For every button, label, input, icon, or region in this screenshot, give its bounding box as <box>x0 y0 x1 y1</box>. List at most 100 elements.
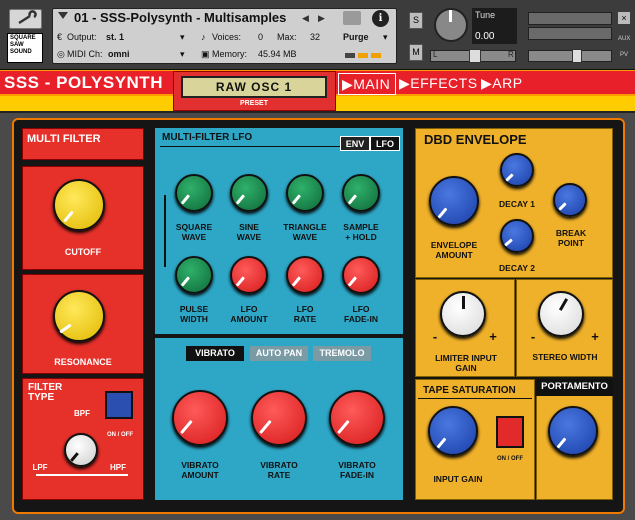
voices-value: 0 <box>258 32 264 42</box>
triangle-wave-knob[interactable] <box>286 174 324 212</box>
level-meter-left <box>528 12 612 25</box>
sine-wave-knob[interactable] <box>230 174 268 212</box>
tape-rule <box>418 398 532 399</box>
purge-led <box>358 53 368 58</box>
lfo-fade-in-label: LFO FADE-IN <box>344 304 378 324</box>
lfo-rate-knob[interactable] <box>286 256 324 294</box>
tab-auto-pan[interactable]: AUTO PAN <box>250 346 308 361</box>
max-voices-field[interactable]: 32 <box>310 32 320 42</box>
vibrato-rate-label: VIBRATO RATE <box>260 460 298 480</box>
brand-logo: SQUARE SAW SOUND <box>7 33 43 63</box>
purge-dropdown-icon[interactable]: ▾ <box>383 32 388 43</box>
decay1-knob[interactable] <box>500 153 534 187</box>
pulse-width-knob[interactable] <box>175 256 213 294</box>
filter-onoff-toggle[interactable] <box>105 391 133 419</box>
pv-label[interactable]: PV <box>620 52 628 58</box>
dbd-envelope-title: DBD ENVELOPE <box>424 132 527 147</box>
camera-icon[interactable] <box>343 11 361 25</box>
tab-arp[interactable]: ▶ARP <box>478 73 528 95</box>
prev-arrow-icon[interactable]: ◀ <box>302 13 309 24</box>
solo-button[interactable]: S <box>409 12 423 29</box>
aux-label[interactable]: AUX <box>618 36 630 42</box>
tape-saturation-title: TAPE SATURATION <box>423 385 516 396</box>
stereo-width-label: STEREO WIDTH <box>532 352 598 362</box>
resonance-knob[interactable] <box>53 290 105 342</box>
lfo-fade-in-knob[interactable] <box>342 256 380 294</box>
tab-vibrato[interactable]: VIBRATO <box>186 346 244 361</box>
tape-input-gain-knob[interactable] <box>428 406 478 456</box>
purge-button[interactable]: Purge <box>343 32 369 42</box>
filter-type-knob[interactable] <box>64 433 98 467</box>
info-icon[interactable]: i <box>372 10 389 27</box>
vibrato-rate-knob[interactable] <box>251 390 307 446</box>
hpf-label: HPF <box>110 463 126 472</box>
cutoff-knob[interactable] <box>53 179 105 231</box>
bpf-label: BPF <box>74 409 90 418</box>
decay2-knob[interactable] <box>500 219 534 253</box>
memory-label: Memory: <box>212 49 248 59</box>
wrench-icon[interactable] <box>9 9 42 29</box>
purge-led <box>345 53 355 58</box>
decay1-label: DECAY 1 <box>499 199 535 209</box>
tab-main[interactable]: ▶MAIN <box>338 73 396 95</box>
vibrato-amount-knob[interactable] <box>172 390 228 446</box>
volume-slider[interactable] <box>528 50 612 62</box>
env-toggle[interactable]: ENV <box>340 136 370 151</box>
stereo-plus: + <box>591 329 599 344</box>
next-arrow-icon[interactable]: ▶ <box>318 13 325 24</box>
cutoff-label: CUTOFF <box>64 247 102 257</box>
envelope-amount-label: ENVELOPE AMOUNT <box>430 240 478 260</box>
tape-onoff-toggle[interactable] <box>496 416 524 448</box>
vibrato-amount-label: VIBRATO AMOUNT <box>181 460 219 480</box>
output-label: Output: <box>67 32 97 42</box>
tape-onoff-label: ON / OFF <box>497 456 523 462</box>
output-icon: € <box>57 32 63 42</box>
tune-value[interactable]: 0.00 <box>475 31 494 42</box>
midi-dropdown-icon[interactable]: ▾ <box>180 49 185 60</box>
sample-hold-label: SAMPLE + HOLD <box>343 222 379 242</box>
vibrato-fade-in-knob[interactable] <box>329 390 385 446</box>
lfo-title: MULTI-FILTER LFO <box>162 132 253 143</box>
filter-type-label: FILTER TYPE <box>28 382 63 403</box>
break-point-knob[interactable] <box>553 183 587 217</box>
stereo-width-knob[interactable] <box>538 291 584 337</box>
filter-onoff-label: ON / OFF <box>107 432 133 438</box>
instrument-header: SQUARE SAW SOUND 01 - SSS-Polysynth - Mult… <box>0 0 635 70</box>
tab-tremolo[interactable]: TREMOLO <box>313 346 371 361</box>
purge-led <box>371 53 381 58</box>
midi-label: MIDI Ch: <box>67 49 103 59</box>
close-icon[interactable]: × <box>618 12 630 24</box>
output-select[interactable]: st. 1 <box>106 32 124 42</box>
voices-icon: ♪ <box>201 32 206 42</box>
filter-type-line <box>36 474 128 476</box>
lfo-amount-knob[interactable] <box>230 256 268 294</box>
lpf-label: LPF <box>32 463 48 472</box>
limiter-minus: - <box>432 329 438 344</box>
instrument-name[interactable]: 01 - SSS-Polysynth - Multisamples <box>74 10 286 25</box>
decay2-label: DECAY 2 <box>499 263 535 273</box>
limiter-label: LIMITER INPUT GAIN <box>435 353 497 373</box>
envelope-amount-knob[interactable] <box>429 176 479 226</box>
volume-handle[interactable] <box>572 49 582 63</box>
resonance-label: RESONANCE <box>54 357 112 367</box>
preset-display[interactable]: RAW OSC 1 <box>181 76 327 98</box>
collapse-triangle-icon[interactable] <box>58 12 68 19</box>
stereo-minus: - <box>530 329 536 344</box>
sample-hold-knob[interactable] <box>342 174 380 212</box>
dropdown-arrow-icon[interactable]: ▾ <box>180 32 185 43</box>
pan-handle[interactable] <box>469 49 481 63</box>
lfo-toggle[interactable]: LFO <box>370 136 400 151</box>
midi-icon: ◎ <box>57 49 65 59</box>
tab-effects[interactable]: ▶EFFECTS <box>396 73 478 95</box>
preset-label: PRESET <box>240 100 269 107</box>
voices-label: Voices: <box>212 32 242 42</box>
mute-button[interactable]: M <box>409 44 423 61</box>
break-point-label: BREAK POINT <box>555 228 587 248</box>
midi-channel-select[interactable]: omni <box>108 49 130 59</box>
vibrato-fade-in-label: VIBRATO FADE-IN <box>338 460 376 480</box>
limiter-plus: + <box>489 329 497 344</box>
tune-label: Tune <box>475 10 496 20</box>
portamento-knob[interactable] <box>548 406 598 456</box>
square-wave-knob[interactable] <box>175 174 213 212</box>
portamento-title: PORTAMENTO <box>541 381 608 392</box>
